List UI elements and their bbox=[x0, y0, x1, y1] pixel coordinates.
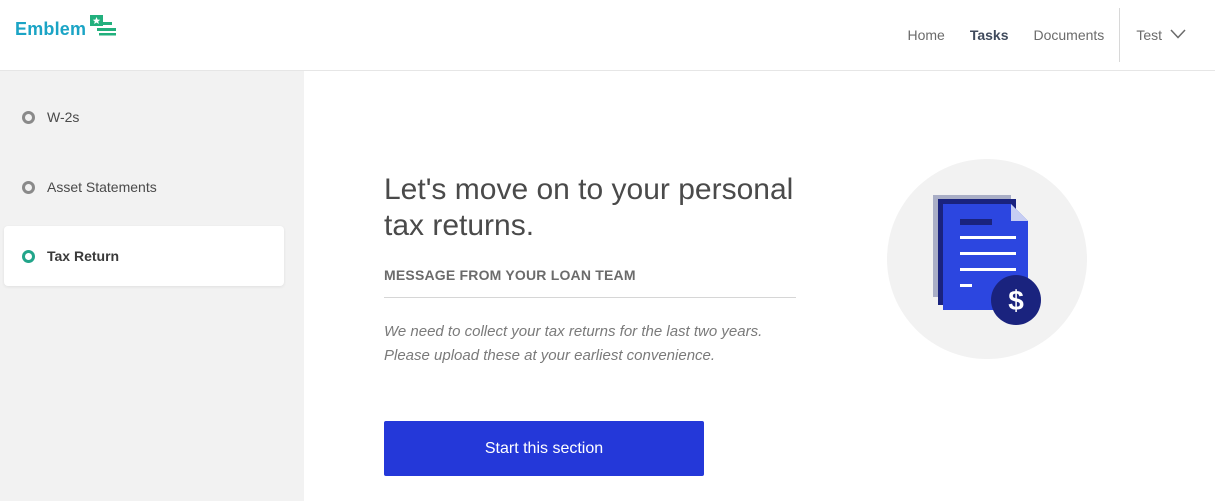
user-menu[interactable]: Test bbox=[1136, 26, 1186, 44]
tax-document-dollar-icon: $ bbox=[887, 159, 1087, 359]
task-content: Let's move on to your personal tax retur… bbox=[304, 71, 1215, 501]
status-dot-icon bbox=[22, 249, 35, 263]
status-dot-icon bbox=[22, 180, 35, 194]
nav-tasks[interactable]: Tasks bbox=[970, 27, 1009, 43]
top-header: Emblem Home Tasks Documents Test bbox=[0, 0, 1215, 71]
loan-team-message: We need to collect your tax returns for … bbox=[384, 323, 763, 364]
divider bbox=[384, 297, 796, 298]
emblem-logo[interactable]: Emblem bbox=[15, 15, 117, 41]
nav-divider bbox=[1119, 8, 1121, 62]
sidebar-item-tax-return[interactable]: Tax Return bbox=[4, 226, 284, 286]
task-sidebar: W-2s Asset Statements Tax Return bbox=[0, 71, 304, 501]
chevron-down-icon bbox=[1170, 26, 1186, 44]
page-title: Let's move on to your personal tax retur… bbox=[384, 173, 794, 242]
svg-text:$: $ bbox=[1008, 285, 1024, 316]
status-dot-icon bbox=[22, 110, 35, 124]
main-nav: Home Tasks Documents Test bbox=[882, 0, 1215, 70]
sidebar-item-label: W-2s bbox=[47, 109, 80, 125]
sidebar-item-w2s[interactable]: W-2s bbox=[4, 87, 284, 147]
start-section-button[interactable]: Start this section bbox=[384, 421, 704, 476]
nav-home[interactable]: Home bbox=[907, 27, 944, 43]
sidebar-item-label: Tax Return bbox=[47, 248, 120, 264]
sidebar-item-label: Asset Statements bbox=[47, 179, 157, 195]
nav-documents[interactable]: Documents bbox=[1034, 27, 1105, 43]
logo-text: Emblem bbox=[15, 19, 87, 39]
message-heading: MESSAGE FROM YOUR LOAN TEAM bbox=[384, 267, 636, 283]
user-name: Test bbox=[1136, 27, 1162, 43]
emblem-logo-icon bbox=[89, 14, 117, 41]
sidebar-item-asset-statements[interactable]: Asset Statements bbox=[4, 157, 284, 217]
